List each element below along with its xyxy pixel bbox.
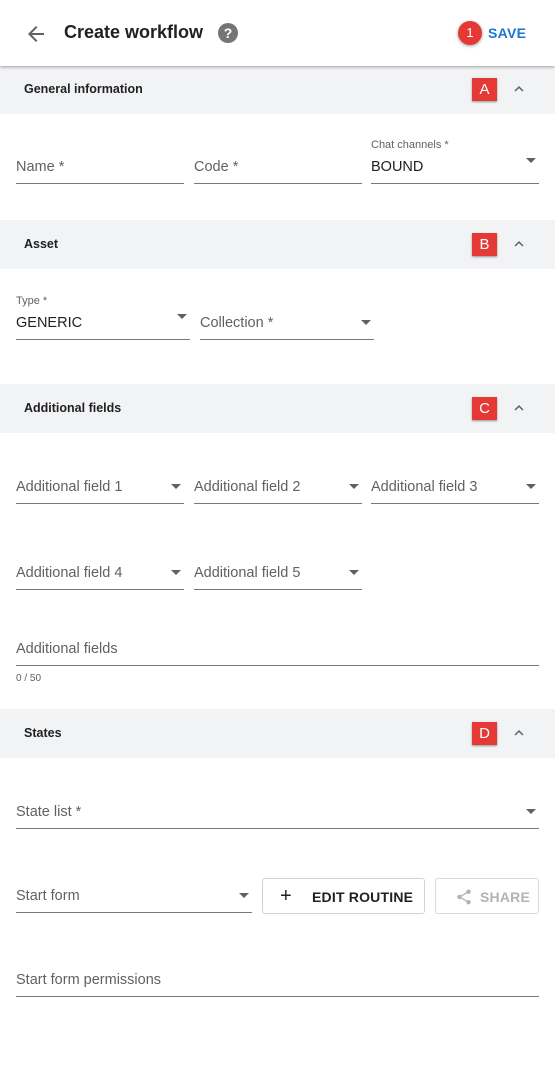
help-icon[interactable]: ?	[218, 23, 238, 43]
chat-channels-label: Chat channels *	[371, 139, 449, 151]
additional-field-1-placeholder: Additional field 1	[16, 479, 123, 495]
section-asset-header[interactable]: Asset B	[0, 220, 555, 269]
chevron-down-icon	[526, 158, 536, 163]
chevron-down-icon	[349, 570, 359, 575]
type-select[interactable]: Type * GENERIC	[16, 295, 190, 340]
state-list-placeholder: State list *	[16, 804, 82, 820]
name-field[interactable]: Name *	[16, 144, 184, 184]
chevron-down-icon	[526, 484, 536, 489]
section-additional-header[interactable]: Additional fields C	[0, 384, 555, 433]
section-general-header[interactable]: General information A	[0, 65, 555, 114]
chevron-down-icon	[526, 809, 536, 814]
create-workflow-page: Create workflow ? 1 SAVE General informa…	[0, 0, 555, 1071]
chevron-down-icon	[177, 314, 187, 319]
type-label: Type *	[16, 295, 48, 307]
chevron-up-icon[interactable]	[510, 80, 528, 98]
chevron-down-icon	[171, 570, 181, 575]
collection-select[interactable]: Collection *	[200, 300, 374, 340]
state-list-select[interactable]: State list *	[16, 789, 539, 829]
chevron-down-icon	[361, 320, 371, 325]
additional-field-5-select[interactable]: Additional field 5	[194, 550, 362, 590]
section-asset-title: Asset	[24, 237, 59, 251]
name-placeholder: Name *	[16, 159, 65, 175]
section-marker-a: A	[472, 78, 497, 101]
character-counter: 0 / 50	[16, 673, 42, 684]
chevron-down-icon	[171, 484, 181, 489]
start-form-select[interactable]: Start form	[16, 873, 252, 913]
start-form-placeholder: Start form	[16, 888, 80, 904]
step-badge: 1	[458, 21, 482, 45]
start-form-permissions-input[interactable]: Start form permissions	[16, 957, 539, 997]
additional-field-3-select[interactable]: Additional field 3	[371, 464, 539, 504]
additional-field-5-placeholder: Additional field 5	[194, 565, 301, 581]
chevron-down-icon	[349, 484, 359, 489]
share-button[interactable]: SHARE	[435, 878, 539, 914]
additional-field-1-select[interactable]: Additional field 1	[16, 464, 184, 504]
additional-field-2-select[interactable]: Additional field 2	[194, 464, 362, 504]
back-arrow-icon[interactable]	[24, 22, 48, 46]
section-states-title: States	[24, 726, 62, 740]
chevron-up-icon[interactable]	[510, 399, 528, 417]
chevron-up-icon[interactable]	[510, 235, 528, 253]
edit-routine-label: EDIT ROUTINE	[312, 889, 414, 905]
chat-channels-select[interactable]: Chat channels * BOUND	[371, 139, 539, 184]
plus-icon: +	[280, 885, 292, 907]
section-marker-c: C	[472, 397, 497, 420]
share-icon	[457, 889, 471, 905]
additional-fields-input[interactable]: Additional fields	[16, 626, 539, 666]
section-states-header[interactable]: States D	[0, 709, 555, 758]
additional-field-4-select[interactable]: Additional field 4	[16, 550, 184, 590]
edit-routine-button[interactable]: + EDIT ROUTINE	[262, 878, 425, 914]
chevron-up-icon[interactable]	[510, 724, 528, 742]
section-general-title: General information	[24, 82, 143, 96]
code-placeholder: Code *	[194, 159, 239, 175]
section-marker-b: B	[472, 233, 497, 256]
type-value: GENERIC	[16, 315, 83, 331]
collection-placeholder: Collection *	[200, 315, 274, 331]
start-form-permissions-placeholder: Start form permissions	[16, 972, 162, 988]
additional-field-4-placeholder: Additional field 4	[16, 565, 123, 581]
chevron-down-icon	[239, 893, 249, 898]
additional-fields-placeholder: Additional fields	[16, 641, 118, 657]
additional-field-3-placeholder: Additional field 3	[371, 479, 478, 495]
share-label: SHARE	[480, 889, 531, 905]
additional-field-2-placeholder: Additional field 2	[194, 479, 301, 495]
save-button[interactable]: SAVE	[488, 25, 526, 41]
section-marker-d: D	[472, 722, 497, 745]
page-title: Create workflow	[64, 22, 204, 42]
chat-channels-value: BOUND	[371, 159, 424, 175]
section-additional-title: Additional fields	[24, 401, 122, 415]
code-field[interactable]: Code *	[194, 144, 362, 184]
app-header: Create workflow ? 1 SAVE	[0, 0, 555, 66]
